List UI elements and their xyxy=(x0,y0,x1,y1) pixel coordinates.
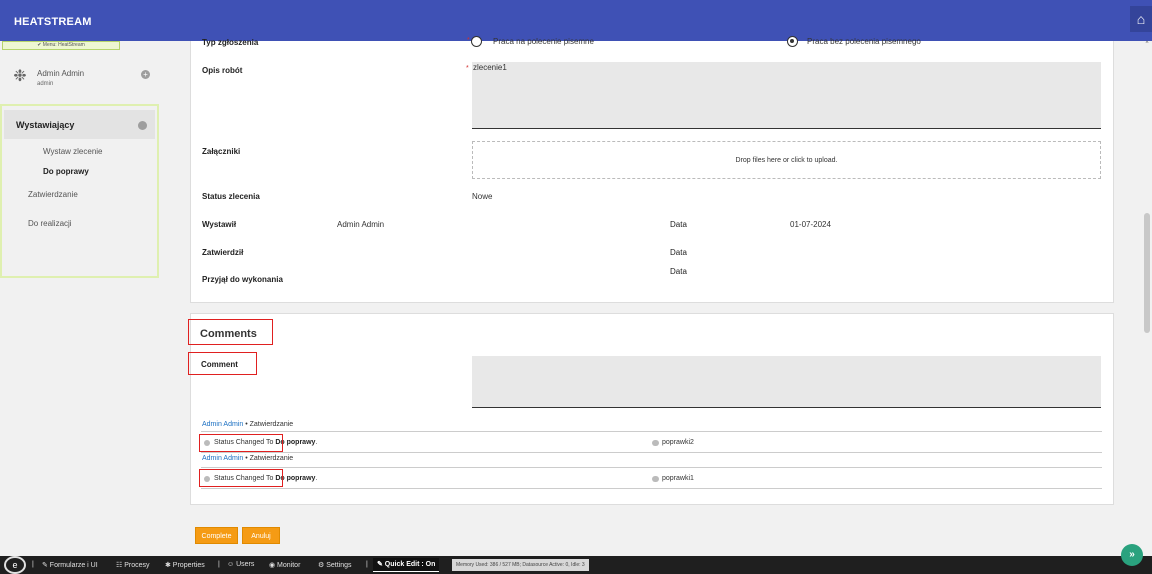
comment-author-link[interactable]: Admin Admin xyxy=(202,421,243,428)
opis-robot-value: zlecenie1 xyxy=(473,63,507,72)
comment-author-line: Admin Admin • Zatwierdzanie xyxy=(202,421,293,428)
status-zlecenia-label: Status zlecenia xyxy=(202,192,260,201)
data-value: 01-07-2024 xyxy=(790,220,831,229)
opis-robot-label: Opis robót xyxy=(202,66,243,75)
page-scrollbar[interactable]: ^ xyxy=(1142,41,1152,556)
sidebar-item-label: Wystawiający xyxy=(16,120,75,130)
data2-label: Data xyxy=(670,248,687,257)
user-avatar-icon: ❉ xyxy=(13,68,27,85)
sidebar-item-zatwierdzanie[interactable]: Zatwierdzanie xyxy=(28,190,78,199)
user-name: Admin Admin xyxy=(37,69,85,78)
comments-panel: Comments Comment Admin Admin • Zatwierdz… xyxy=(188,313,1114,505)
toolbar-monitor[interactable]: ◉ Monitor xyxy=(269,561,300,569)
typ-zgloszenia-label: Typ zgłoszenia xyxy=(202,38,259,47)
quick-edit-toggle[interactable]: ✎ Quick Edit : On xyxy=(373,558,440,572)
comment-row: Status Changed To Do poprawy. poprawki1 xyxy=(201,467,1102,489)
toolbar-separator: | xyxy=(218,561,220,568)
user-login: admin xyxy=(37,81,54,87)
comment-role: Zatwierdzanie xyxy=(249,421,294,428)
radio-praca-na-polecenie[interactable] xyxy=(471,36,482,47)
collapse-icon[interactable] xyxy=(138,121,147,130)
sidebar-subitem-do-poprawy[interactable]: Do poprawy xyxy=(43,167,89,176)
comment-bubble-icon xyxy=(652,440,659,446)
app-brand[interactable]: HEATSTREAM xyxy=(14,16,92,28)
expand-arrow-icon[interactable]: » xyxy=(1121,544,1143,566)
status-highlight xyxy=(199,469,283,487)
sidebar-nav: Wystawiający Wystaw zlecenie Do poprawy … xyxy=(0,104,159,278)
status-period: . xyxy=(315,475,318,482)
toolbar-settings[interactable]: ⚙ Settings xyxy=(318,561,352,569)
status-highlight xyxy=(199,434,283,452)
app-header: HEATSTREAM ⌂ xyxy=(0,0,1152,41)
radio-label-praca-na-polecenie: Praca na polecenie pisemne xyxy=(493,37,594,46)
wystawil-value: Admin Admin xyxy=(337,220,385,229)
main-content: Typ zgłoszenia * Praca na polecenie pise… xyxy=(160,36,1142,556)
home-icon[interactable]: ⌂ xyxy=(1130,6,1152,32)
scroll-thumb[interactable] xyxy=(1144,213,1150,333)
comment-row: Status Changed To Do poprawy. poprawki2 xyxy=(201,431,1102,453)
scroll-up-icon[interactable]: ^ xyxy=(1143,41,1151,49)
wystawil-label: Wystawił xyxy=(202,220,237,229)
sidebar-subitem-wystaw-zlecenie[interactable]: Wystaw zlecenie xyxy=(43,147,103,156)
complete-button[interactable]: Complete xyxy=(195,527,238,544)
user-panel[interactable]: ❉ Admin Admin admin + xyxy=(0,65,160,95)
status-zlecenia-value: Nowe xyxy=(472,192,493,201)
comment-textarea[interactable] xyxy=(472,356,1101,408)
toolbar-formularze[interactable]: ✎ Formularze i UI xyxy=(42,561,98,569)
opis-robot-textarea[interactable]: zlecenie1 xyxy=(472,62,1101,129)
toolbar-separator: | xyxy=(366,561,368,568)
radio-label-praca-bez-polecenia: Praca bez polecenia pisemnego xyxy=(807,37,921,46)
comment-author-link[interactable]: Admin Admin xyxy=(202,455,243,462)
data3-label: Data xyxy=(670,267,687,276)
sidebar-item-wystawiajacy[interactable]: Wystawiający xyxy=(4,110,155,139)
comment-label: Comment xyxy=(201,360,238,369)
platform-logo-icon[interactable]: e xyxy=(4,556,26,574)
comment-text: poprawki1 xyxy=(662,475,694,482)
sidebar-item-do-realizacji[interactable]: Do realizacji xyxy=(28,219,72,228)
toolbar-procesy[interactable]: ☷ Procesy xyxy=(116,561,150,569)
przyjal-label: Przyjął do wykonania xyxy=(202,275,283,284)
zatwierdzil-label: Zatwierdził xyxy=(202,248,244,257)
form-panel: Typ zgłoszenia * Praca na polecenie pise… xyxy=(190,36,1114,303)
comment-author-line: Admin Admin • Zatwierdzanie xyxy=(202,455,293,462)
menu-tag[interactable]: ✔ Menu: HeatStream xyxy=(2,41,120,50)
data-label: Data xyxy=(670,220,687,229)
comment-role: Zatwierdzanie xyxy=(249,455,294,462)
user-expand-icon[interactable]: + xyxy=(141,70,150,79)
toolbar-users[interactable]: ☺ Users xyxy=(227,561,254,568)
comment-text: poprawki2 xyxy=(662,439,694,446)
bottom-toolbar: e | ✎ Formularze i UI ☷ Procesy ✱ Proper… xyxy=(0,544,1152,574)
toolbar-properties[interactable]: ✱ Properties xyxy=(165,561,205,569)
status-period: . xyxy=(315,439,318,446)
cancel-button[interactable]: Anuluj xyxy=(242,527,280,544)
toolbar-separator: | xyxy=(32,561,34,568)
radio-praca-bez-polecenia[interactable] xyxy=(787,36,798,47)
required-marker: * xyxy=(467,37,470,44)
dropzone-text: Drop files here or click to upload. xyxy=(735,157,838,164)
zalaczniki-label: Załączniki xyxy=(202,147,241,156)
comments-title: Comments xyxy=(200,328,257,340)
required-marker: * xyxy=(466,65,469,72)
sidebar: ✔ Menu: HeatStream ❉ Admin Admin admin +… xyxy=(0,41,160,556)
comment-bubble-icon xyxy=(652,476,659,482)
file-dropzone[interactable]: Drop files here or click to upload. xyxy=(472,141,1101,179)
memory-status: Memory Used: 386 / 527 MB; Datasource Ac… xyxy=(452,559,589,571)
